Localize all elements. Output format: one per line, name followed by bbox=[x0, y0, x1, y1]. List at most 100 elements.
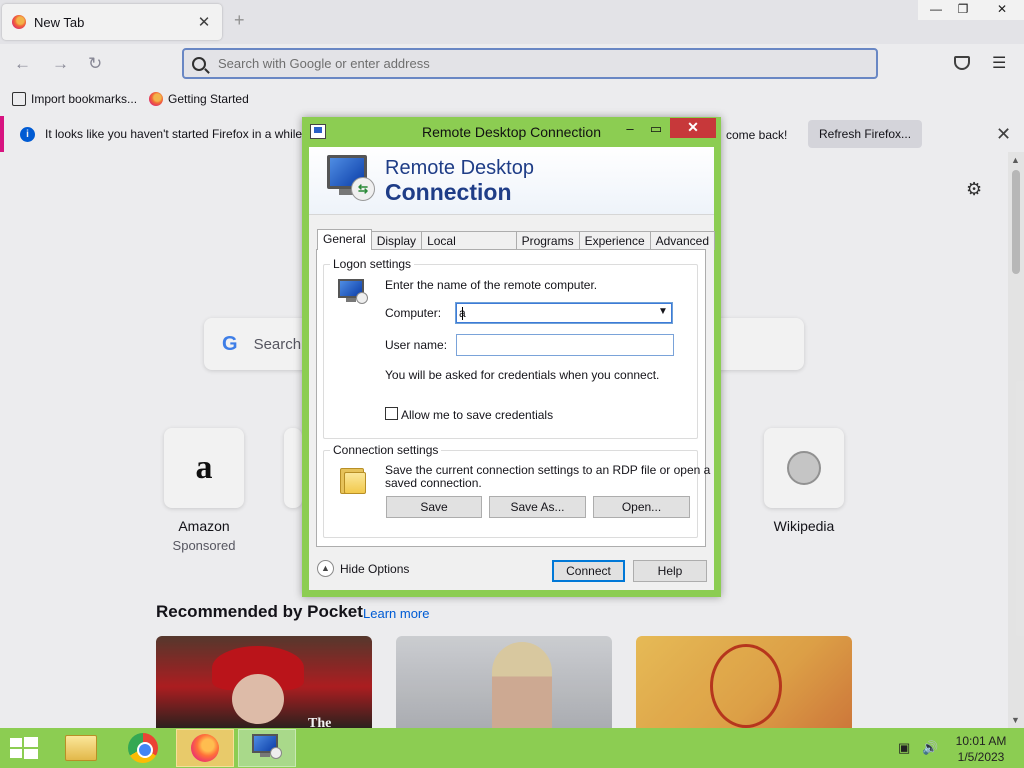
close-notification-icon[interactable]: ✕ bbox=[996, 124, 1011, 145]
bookmark-getting-started[interactable]: Getting Started bbox=[149, 92, 249, 106]
volume-icon[interactable]: 🔊 bbox=[922, 740, 938, 756]
remote-desktop-icon bbox=[252, 734, 282, 762]
firefox-logo-icon bbox=[149, 92, 164, 106]
import-icon bbox=[12, 92, 26, 106]
logon-instruction: Enter the name of the remote computer. bbox=[385, 278, 598, 292]
chevron-down-icon[interactable]: ▼ bbox=[656, 306, 670, 317]
firefox-icon bbox=[191, 734, 219, 762]
close-dialog-button[interactable]: ✕ bbox=[670, 118, 716, 138]
username-field[interactable] bbox=[456, 334, 674, 356]
back-button[interactable]: ← bbox=[14, 54, 31, 74]
search-icon bbox=[192, 56, 206, 71]
pocket-heading: Recommended by Pocket bbox=[156, 602, 363, 621]
info-icon: i bbox=[20, 126, 35, 142]
bookmark-label: Import bookmarks... bbox=[31, 92, 138, 106]
card-image bbox=[710, 644, 782, 728]
tab-general[interactable]: General bbox=[317, 229, 372, 250]
amazon-logo-icon: a bbox=[195, 449, 213, 486]
save-as-button[interactable]: Save As... bbox=[489, 496, 586, 518]
clock-date[interactable]: 1/5/2023 bbox=[950, 750, 1012, 764]
pocket-card[interactable]: The bbox=[156, 636, 372, 728]
page-scrollbar[interactable]: ▲ ▼ bbox=[1008, 152, 1024, 728]
address-bar[interactable] bbox=[182, 48, 878, 79]
taskbar: ▣ 🔊 10:01 AM 1/5/2023 bbox=[0, 728, 1024, 768]
wikipedia-logo-icon bbox=[787, 451, 821, 485]
connection-settings-legend: Connection settings bbox=[330, 443, 442, 457]
windows-logo-icon bbox=[10, 738, 22, 747]
minimize-dialog-button[interactable]: – bbox=[620, 119, 640, 139]
save-credentials-label[interactable]: Allow me to save credentials bbox=[401, 408, 553, 422]
learn-more-link[interactable]: Learn more bbox=[363, 606, 429, 621]
save-credentials-checkbox[interactable] bbox=[385, 407, 398, 420]
tab-display[interactable]: Display bbox=[370, 231, 423, 250]
close-tab-icon[interactable]: ✕ bbox=[196, 13, 212, 31]
remote-desktop-dialog: Remote Desktop Connection – ▭ ✕ ⇆ Remote… bbox=[302, 117, 721, 597]
dialog-titlebar[interactable]: Remote Desktop Connection – ▭ ✕ bbox=[302, 117, 721, 147]
connect-button[interactable]: Connect bbox=[552, 560, 625, 582]
banner-heading-line1: Remote Desktop bbox=[385, 157, 534, 179]
pocket-card[interactable] bbox=[396, 636, 612, 728]
tab-advanced[interactable]: Advanced bbox=[649, 231, 715, 250]
taskbar-remote-desktop[interactable] bbox=[238, 729, 296, 767]
banner-heading-line2: Connection bbox=[385, 179, 512, 205]
shortcut-tile-wikipedia[interactable] bbox=[764, 428, 844, 508]
scroll-down-icon[interactable]: ▼ bbox=[1011, 715, 1020, 725]
shortcut-tile-hidden[interactable] bbox=[284, 428, 302, 508]
connection-description-line1: Save the current connection settings to … bbox=[385, 463, 711, 477]
general-tab-page: Logon settings Enter the name of the rem… bbox=[316, 249, 710, 547]
remote-desktop-logo-icon: ⇆ bbox=[327, 155, 377, 203]
close-window-button[interactable]: ✕ bbox=[980, 0, 1024, 20]
scroll-up-icon[interactable]: ▲ bbox=[1011, 155, 1020, 165]
clock-time[interactable]: 10:01 AM bbox=[950, 734, 1012, 748]
logon-settings-legend: Logon settings bbox=[330, 257, 415, 271]
tab-new-tab[interactable]: New Tab ✕ bbox=[2, 4, 222, 40]
refresh-firefox-button[interactable]: Refresh Firefox... bbox=[808, 120, 923, 148]
bookmark-label: Getting Started bbox=[168, 92, 249, 106]
pocket-icon[interactable] bbox=[954, 56, 970, 70]
computer-combobox[interactable]: a ▼ bbox=[455, 302, 673, 324]
firefox-favicon-icon bbox=[12, 15, 26, 29]
bookmark-import[interactable]: Import bookmarks... bbox=[12, 92, 137, 106]
file-explorer-icon bbox=[65, 735, 97, 761]
address-input[interactable] bbox=[218, 56, 858, 71]
taskbar-file-explorer[interactable] bbox=[52, 729, 110, 767]
taskbar-chrome[interactable] bbox=[114, 729, 172, 767]
taskbar-firefox[interactable] bbox=[176, 729, 234, 767]
start-button[interactable] bbox=[10, 737, 38, 759]
maximize-dialog-button[interactable]: ▭ bbox=[646, 119, 666, 139]
computer-icon bbox=[338, 279, 368, 305]
notification-text: It looks like you haven't started Firefo… bbox=[45, 127, 306, 141]
gear-icon[interactable]: ⚙ bbox=[966, 179, 982, 200]
hide-options-label: Hide Options bbox=[340, 561, 410, 576]
help-button[interactable]: Help bbox=[633, 560, 707, 582]
bookmarks-toolbar: Import bookmarks... Getting Started bbox=[0, 86, 1024, 112]
shortcut-sponsored-label: Sponsored bbox=[172, 538, 236, 553]
reload-button[interactable]: ↻ bbox=[88, 54, 102, 74]
pocket-card[interactable] bbox=[636, 636, 852, 728]
network-icon[interactable]: ▣ bbox=[898, 740, 910, 756]
hide-options-toggle[interactable]: ▲ Hide Options bbox=[317, 560, 409, 577]
forward-button[interactable]: → bbox=[52, 54, 69, 74]
tab-title: New Tab bbox=[34, 14, 85, 30]
tab-strip: New Tab ✕ + — ❐ ✕ bbox=[0, 0, 1024, 44]
dialog-body: ⇆ Remote Desktop Connection General Disp… bbox=[309, 147, 715, 590]
restore-window-button[interactable]: ❐ bbox=[945, 0, 981, 20]
shortcut-label: Amazon bbox=[178, 518, 230, 534]
connection-description-line2: saved connection. bbox=[385, 476, 482, 490]
open-button[interactable]: Open... bbox=[593, 496, 690, 518]
hamburger-menu-icon[interactable]: ☰ bbox=[992, 53, 1006, 73]
card-image bbox=[232, 674, 284, 724]
connection-settings-group: Connection settings Save the current con… bbox=[323, 443, 710, 538]
scrollbar-thumb[interactable] bbox=[1012, 170, 1020, 274]
new-tab-button[interactable]: + bbox=[234, 10, 245, 31]
shortcut-tile-amazon[interactable]: a bbox=[164, 428, 244, 508]
tab-local-resources[interactable]: Local Resources bbox=[421, 231, 517, 266]
notification-text-tail: come back! bbox=[726, 128, 788, 142]
folder-icon bbox=[340, 464, 368, 494]
save-button[interactable]: Save bbox=[386, 496, 482, 518]
logon-settings-group: Logon settings Enter the name of the rem… bbox=[323, 257, 698, 439]
chrome-icon bbox=[128, 733, 158, 763]
username-label: User name: bbox=[385, 338, 448, 352]
tab-programs[interactable]: Programs bbox=[515, 231, 580, 250]
tab-experience[interactable]: Experience bbox=[578, 231, 651, 250]
